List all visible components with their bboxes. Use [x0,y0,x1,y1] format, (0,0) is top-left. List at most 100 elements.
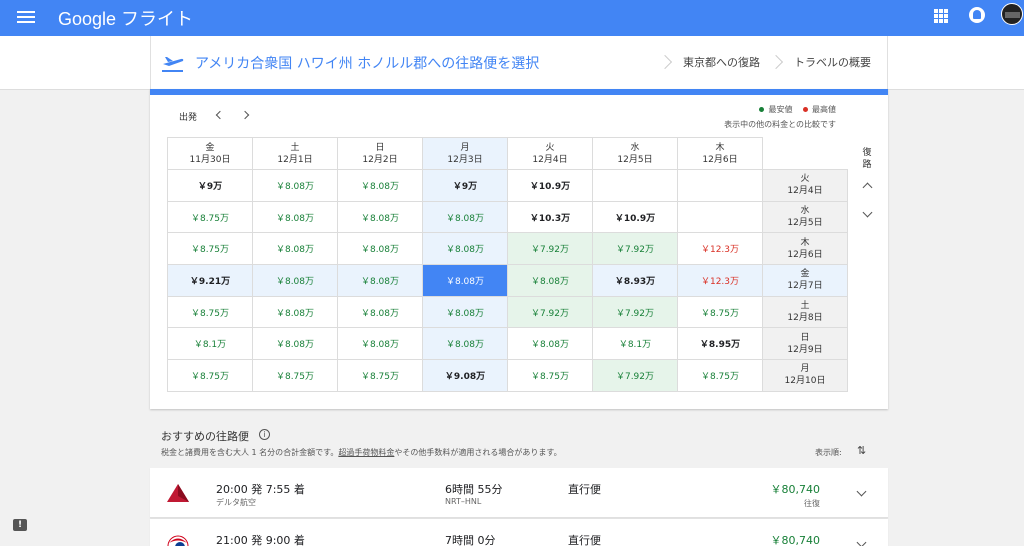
return-date-header: 金 12月7日 [762,264,848,297]
info-icon[interactable]: i [259,429,270,440]
date-label: 12月5日 [617,154,653,165]
price-cell[interactable]: ￥8.08万 [337,200,423,234]
weekday-label: 水 [800,206,810,217]
price-cell[interactable]: ￥8.08万 [337,264,423,297]
weekday-label: 火 [545,142,555,153]
price-cell[interactable]: ￥8.08万 [422,232,508,266]
date-label: 12月5日 [787,218,823,229]
price-cell[interactable]: ￥7.92万 [507,232,593,266]
price-cell[interactable]: ￥8.08万 [252,169,338,202]
price-cell[interactable]: ￥8.08万 [252,295,338,329]
subtitle-text-end: やその他手数料が適用される場合があります。 [394,448,562,457]
date-label: 12月9日 [787,344,823,355]
price-cell[interactable]: ￥8.08万 [337,169,423,202]
price-cell[interactable]: ￥8.08万 [422,200,508,234]
chevron-right-icon [771,48,783,78]
price-cell[interactable]: ￥8.08万 [252,264,338,297]
price-cell[interactable]: ￥8.75万 [167,232,253,266]
price-cell[interactable]: ￥8.93万 [592,264,678,297]
expand-chevron-icon[interactable] [856,486,867,497]
flight-row[interactable]: 20:00 発 7:55 着 デルタ航空 6時間 55分 NRT–HNL 直行便… [150,468,888,518]
baggage-fee-link[interactable]: 超過手荷物料金 [338,448,394,457]
price-cell[interactable]: ￥9万 [167,169,253,202]
expand-chevron-icon[interactable] [856,537,867,546]
flight-airline: デルタ航空 [216,498,256,507]
next-dates-icon[interactable] [240,110,250,120]
price-cell[interactable]: ￥8.08万 [507,327,593,361]
price-cell[interactable]: ￥8.75万 [337,359,423,392]
price-cell[interactable]: ￥7.92万 [592,359,678,392]
price-cell[interactable]: ￥8.08万 [422,295,508,329]
subtitle-text: 税金と諸費用を含む大人 1 名分の合計金額です。 [161,448,339,457]
return-axis-label: 復路 [862,148,872,170]
price-cell[interactable]: ￥10.9万 [592,200,678,234]
price-cell[interactable]: ￥8.08万 [422,264,508,297]
price-cell [677,200,763,234]
flight-time: 20:00 発 7:55 着 [216,483,305,496]
sort-icon[interactable]: ⇅ [857,444,866,457]
price-cell[interactable]: ￥10.3万 [507,200,593,234]
depart-date-header: 金 11月30日 [167,137,253,170]
price-cell[interactable]: ￥7.92万 [592,232,678,266]
trip-header: アメリカ合衆国 ハワイ州 ホノルル郡への往路便を選択 東京都への復路 トラベルの… [0,36,1024,90]
menu-icon[interactable] [17,8,35,26]
grid-corner [763,138,848,170]
price-cell[interactable]: ￥8.08万 [337,295,423,329]
price-cell[interactable]: ￥8.75万 [507,359,593,392]
date-label: 12月6日 [787,249,823,260]
price-cell[interactable]: ￥8.95万 [677,327,763,361]
price-cell[interactable]: ￥8.1万 [167,327,253,361]
notifications-icon[interactable] [969,7,985,23]
flight-time: 21:00 発 9:00 着 [216,534,305,546]
depart-date-header: 日 12月2日 [337,137,423,170]
price-cell[interactable]: ￥7.92万 [592,295,678,329]
weekday-label: 金 [800,269,810,280]
avatar[interactable] [1001,3,1023,25]
price-cell[interactable]: ￥12.3万 [677,232,763,266]
price-cell[interactable]: ￥8.08万 [252,232,338,266]
flight-price-type: 往復 [804,499,820,508]
price-cell[interactable]: ￥8.08万 [507,264,593,297]
legend-low: 最安値 [768,105,793,114]
price-cell[interactable]: ￥10.9万 [507,169,593,202]
return-date-header: 水 12月5日 [762,200,848,234]
flight-stops: 直行便 [568,483,601,496]
price-cell[interactable]: ￥8.08万 [337,327,423,361]
breadcrumb-return[interactable]: 東京都への復路 [683,54,760,70]
feedback-icon[interactable]: ! [13,519,27,531]
price-cell[interactable]: ￥9万 [422,169,508,202]
prev-dates-icon[interactable] [215,110,225,120]
flight-row[interactable]: 21:00 発 9:00 着 7時間 0分 直行便 ￥80,740 [150,519,888,546]
price-cell[interactable]: ￥9.08万 [422,359,508,392]
depart-date-header: 水 12月5日 [592,137,678,170]
date-label: 12月8日 [787,313,823,324]
price-cell[interactable]: ￥8.08万 [252,200,338,234]
price-cell[interactable]: ￥8.75万 [677,359,763,392]
price-cell[interactable]: ￥9.21万 [167,264,253,297]
price-cell[interactable]: ￥8.75万 [167,295,253,329]
price-cell[interactable]: ￥8.75万 [252,359,338,392]
price-cell[interactable]: ￥8.08万 [422,327,508,361]
return-date-header: 木 12月6日 [762,232,848,266]
chevron-up-icon[interactable] [862,182,873,193]
price-cell[interactable]: ￥8.75万 [167,200,253,234]
weekday-label: 日 [375,142,385,153]
price-cell[interactable]: ￥7.92万 [507,295,593,329]
apps-grid-icon[interactable] [934,9,948,23]
return-date-header: 火 12月4日 [762,169,848,202]
depart-date-header: 火 12月4日 [507,137,593,170]
brand-logo[interactable]: Google フライト [58,5,193,31]
chevron-down-icon[interactable] [862,207,873,218]
high-price-dot-icon [803,106,808,112]
return-date-header: 月 12月10日 [762,359,848,392]
price-cell[interactable]: ￥8.75万 [677,295,763,329]
flight-route: NRT–HNL [445,497,482,506]
price-cell[interactable]: ￥12.3万 [677,264,763,297]
price-cell[interactable]: ￥8.08万 [252,327,338,361]
breadcrumb-summary[interactable]: トラベルの概要 [794,54,871,70]
price-cell[interactable]: ￥8.08万 [337,232,423,266]
departing-plane-icon [162,57,184,72]
depart-date-header: 木 12月6日 [677,137,763,170]
price-cell[interactable]: ￥8.1万 [592,327,678,361]
price-cell[interactable]: ￥8.75万 [167,359,253,392]
